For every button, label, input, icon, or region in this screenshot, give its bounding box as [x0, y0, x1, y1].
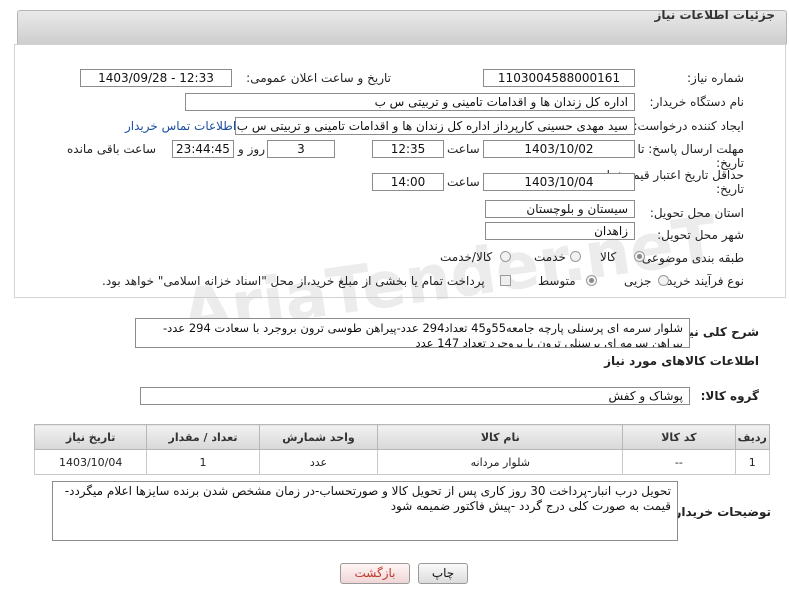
goods-table-header: ردیف کد کالا نام کالا واحد شمارش تعداد /…: [33, 424, 771, 450]
city-label: شهر محل تحویل:: [657, 228, 744, 242]
treasury-note: پرداخت تمام یا بخشی از مبلغ خرید،از محل …: [102, 274, 485, 288]
goods-group-label: گروه کالا:: [700, 389, 759, 403]
validity-hour-label: ساعت: [447, 175, 480, 189]
validity-time-field[interactable]: 14:00: [372, 173, 444, 191]
cell-qty: 1: [146, 449, 260, 475]
validity-label-date: تاریخ:: [716, 182, 744, 196]
city-field[interactable]: زاهدان: [485, 222, 635, 240]
table-row[interactable]: 1 -- شلوار مردانه عدد 1 1403/10/04: [33, 449, 771, 475]
print-button[interactable]: چاپ: [418, 563, 468, 584]
category-service-label: خدمت: [534, 250, 566, 264]
need-number-field[interactable]: 1103004588000161: [483, 69, 635, 87]
col-code: کد کالا: [622, 424, 736, 450]
cell-date: 1403/10/04: [33, 449, 148, 475]
buyer-label: نام دستگاه خریدار:: [649, 95, 745, 109]
description-textarea[interactable]: شلوار سرمه ای پرسنلی پارچه جامعه55و45 تع…: [135, 318, 690, 348]
goods-table: ردیف کد کالا نام کالا واحد شمارش تعداد /…: [33, 424, 771, 475]
goods-section-title: اطلاعات کالاهای مورد نیاز: [604, 354, 759, 368]
category-radio-goods-service[interactable]: [500, 251, 511, 262]
category-radio-goods[interactable]: [634, 251, 645, 262]
category-radio-service[interactable]: [570, 251, 581, 262]
buyer-notes-label: توضیحات خریدار:: [669, 505, 771, 519]
goods-table-wrap: ردیف کد کالا نام کالا واحد شمارش تعداد /…: [33, 424, 771, 475]
need-number-label: شماره نیاز:: [687, 71, 744, 85]
process-label: نوع فرآیند خرید :: [659, 274, 744, 288]
days-label: روز و: [238, 142, 265, 156]
cell-unit: عدد: [258, 449, 379, 475]
category-goods-service-label: کالا/خدمت: [440, 250, 493, 264]
announce-date-field[interactable]: 1403/09/28 - 12:33: [80, 69, 232, 87]
goods-group-field[interactable]: پوشاک و کفش: [140, 387, 690, 405]
col-unit: واحد شمارش: [258, 424, 379, 450]
treasury-checkbox[interactable]: [500, 275, 511, 286]
deadline-time-field[interactable]: 12:35: [372, 140, 444, 158]
back-button[interactable]: بازگشت: [340, 563, 410, 584]
cell-name: شلوار مردانه: [377, 449, 624, 475]
col-name: نام کالا: [377, 424, 624, 450]
col-qty: تعداد / مقدار: [146, 424, 260, 450]
cell-code: --: [622, 449, 736, 475]
creator-label: ایجاد کننده درخواست:: [633, 119, 744, 133]
col-date: تاریخ نیاز: [33, 424, 148, 450]
buyer-notes-textarea[interactable]: تحویل درب انبار-پرداخت 30 روز کاری پس از…: [52, 481, 678, 541]
process-radio-medium[interactable]: [586, 275, 597, 286]
buyer-contact-link[interactable]: اطلاعات تماس خریدار: [125, 119, 236, 133]
process-minor-label: جزیی: [624, 274, 652, 288]
remaining-time-field[interactable]: 23:44:45: [172, 140, 234, 158]
process-medium-label: متوسط: [538, 274, 576, 288]
buyer-field[interactable]: اداره کل زندان ها و اقدامات تامینی و ترب…: [185, 93, 635, 111]
process-radio-minor[interactable]: [658, 275, 669, 286]
deadline-date-field[interactable]: 1403/10/02: [483, 140, 635, 158]
deadline-hour-label: ساعت: [447, 142, 480, 156]
cell-row: 1: [734, 449, 771, 475]
province-label: استان محل تحویل:: [649, 206, 744, 220]
page-title: جزئیات اطلاعات نیاز: [654, 8, 775, 22]
deadline-label: مهلت ارسال پاسخ: تا: [637, 142, 744, 156]
province-field[interactable]: سیستان و بلوچستان: [485, 200, 635, 218]
remaining-label: ساعت باقی مانده: [67, 142, 157, 156]
category-goods-label: کالا: [600, 250, 617, 264]
col-row: ردیف: [734, 424, 771, 450]
announce-date-label: تاریخ و ساعت اعلان عمومی:: [246, 71, 391, 85]
validity-date-field[interactable]: 1403/10/04: [483, 173, 635, 191]
days-field[interactable]: 3: [267, 140, 335, 158]
creator-field[interactable]: سید مهدی حسینی کارپرداز اداره کل زندان ه…: [235, 117, 635, 135]
category-label: طبقه بندی موضوعی:: [637, 251, 744, 265]
